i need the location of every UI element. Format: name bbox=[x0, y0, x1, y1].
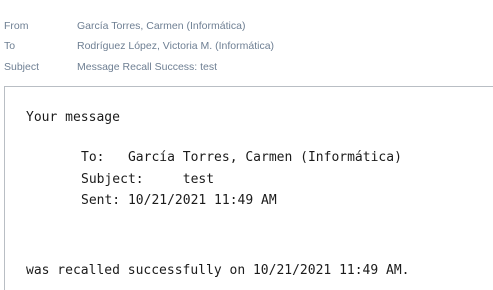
to-value[interactable]: Rodríguez López, Victoria M. (Informátic… bbox=[77, 40, 274, 52]
from-label: From bbox=[4, 20, 29, 32]
body-subject-line: Subject: test bbox=[81, 172, 215, 187]
body-intro-text: Your message bbox=[26, 110, 120, 125]
subject-value: Message Recall Success: test bbox=[77, 61, 218, 73]
message-header: From García Torres, Carmen (Informática)… bbox=[0, 0, 493, 86]
body-outro-text: was recalled successfully on 10/21/2021 … bbox=[26, 263, 410, 278]
body-sent-line: Sent: 10/21/2021 11:49 AM bbox=[81, 193, 277, 208]
body-to-line: To: García Torres, Carmen (Informática) bbox=[81, 150, 402, 165]
from-value[interactable]: García Torres, Carmen (Informática) bbox=[77, 20, 245, 32]
subject-label: Subject bbox=[4, 61, 40, 73]
to-label: To bbox=[4, 40, 16, 52]
